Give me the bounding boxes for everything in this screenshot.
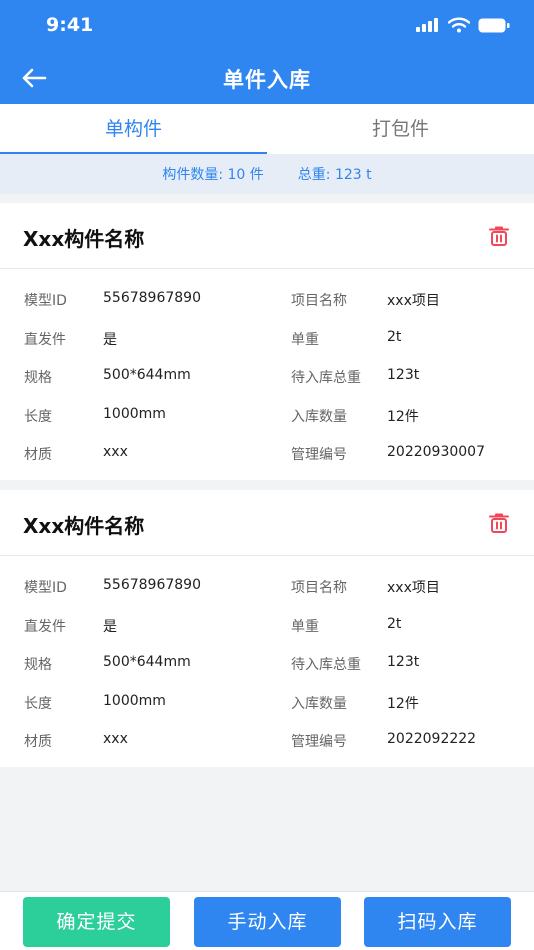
field-value: xxx [103,731,128,747]
field-label: 管理编号 [291,734,347,750]
trash-icon [489,226,509,246]
delete-button[interactable] [488,512,510,534]
status-bar: 9:41 [0,0,534,52]
card-header: Xxx构件名称 [0,203,534,269]
field-label: 单重 [291,332,319,348]
signal-icon [416,18,438,32]
field-value: 是 [103,332,117,348]
field-label: 材质 [24,447,52,463]
field-value: 2t [387,616,402,632]
trash-icon [489,513,509,533]
field-label: 模型ID [24,293,67,309]
status-time: 9:41 [46,14,94,36]
field-label: 单重 [291,619,319,635]
field-label: 材质 [24,734,52,750]
field-label: 入库数量 [291,409,347,425]
field-value: xxx项目 [387,580,440,596]
field-value: 500*644mm [103,654,191,670]
field-value: 12件 [387,409,419,425]
component-card: Xxx构件名称 模型ID 55678967890 直发件 是 规格 500*64… [0,490,534,767]
field-label: 项目名称 [291,293,347,309]
tab-bar: 单构件 打包件 [0,104,534,154]
field-value: 是 [103,619,117,635]
field-label: 项目名称 [291,580,347,596]
delete-button[interactable] [488,225,510,247]
field-label: 直发件 [24,619,66,635]
component-card: Xxx构件名称 模型ID 55678967890 直发件 是 规格 500*64… [0,203,534,480]
battery-icon [478,18,510,32]
nav-bar: 单件入库 [0,52,534,104]
field-value: 123t [387,654,420,670]
manual-stock-in-button[interactable]: 手动入库 [194,897,341,947]
field-value: xxx项目 [387,293,440,309]
card-header: Xxx构件名称 [0,490,534,556]
field-label: 规格 [24,370,52,386]
wifi-icon [448,17,470,33]
card-body: 模型ID 55678967890 直发件 是 规格 500*644mm 长度 1… [0,556,534,767]
status-icons [416,17,510,33]
field-label: 待入库总重 [291,657,361,673]
field-value: 20220930007 [387,444,485,460]
summary-bar: 构件数量: 10 件 总重: 123 t [0,154,534,194]
tab-single-component[interactable]: 单构件 [0,104,267,154]
scan-stock-in-button[interactable]: 扫码入库 [364,897,511,947]
tab-package[interactable]: 打包件 [267,104,534,154]
field-value: 2022092222 [387,731,477,747]
component-name: Xxx构件名称 [23,227,145,251]
card-body: 模型ID 55678967890 直发件 是 规格 500*644mm 长度 1… [0,269,534,480]
page-title: 单件入库 [223,68,311,92]
confirm-submit-button[interactable]: 确定提交 [23,897,170,947]
component-name: Xxx构件名称 [23,514,145,538]
component-count: 构件数量: 10 件 [162,167,264,183]
field-value: 1000mm [103,693,166,709]
field-label: 直发件 [24,332,66,348]
field-label: 入库数量 [291,696,347,712]
field-value: 55678967890 [103,577,201,593]
field-label: 待入库总重 [291,370,361,386]
field-value: 2t [387,329,402,345]
field-value: 123t [387,367,420,383]
field-label: 规格 [24,657,52,673]
field-value: 500*644mm [103,367,191,383]
field-value: 1000mm [103,406,166,422]
footer-actions: 确定提交 手动入库 扫码入库 [0,891,534,950]
field-label: 长度 [24,409,52,425]
field-value: 12件 [387,696,419,712]
field-label: 长度 [24,696,52,712]
total-weight: 总重: 123 t [297,167,372,183]
field-label: 管理编号 [291,447,347,463]
field-label: 模型ID [24,580,67,596]
field-value: xxx [103,444,128,460]
field-value: 55678967890 [103,290,201,306]
